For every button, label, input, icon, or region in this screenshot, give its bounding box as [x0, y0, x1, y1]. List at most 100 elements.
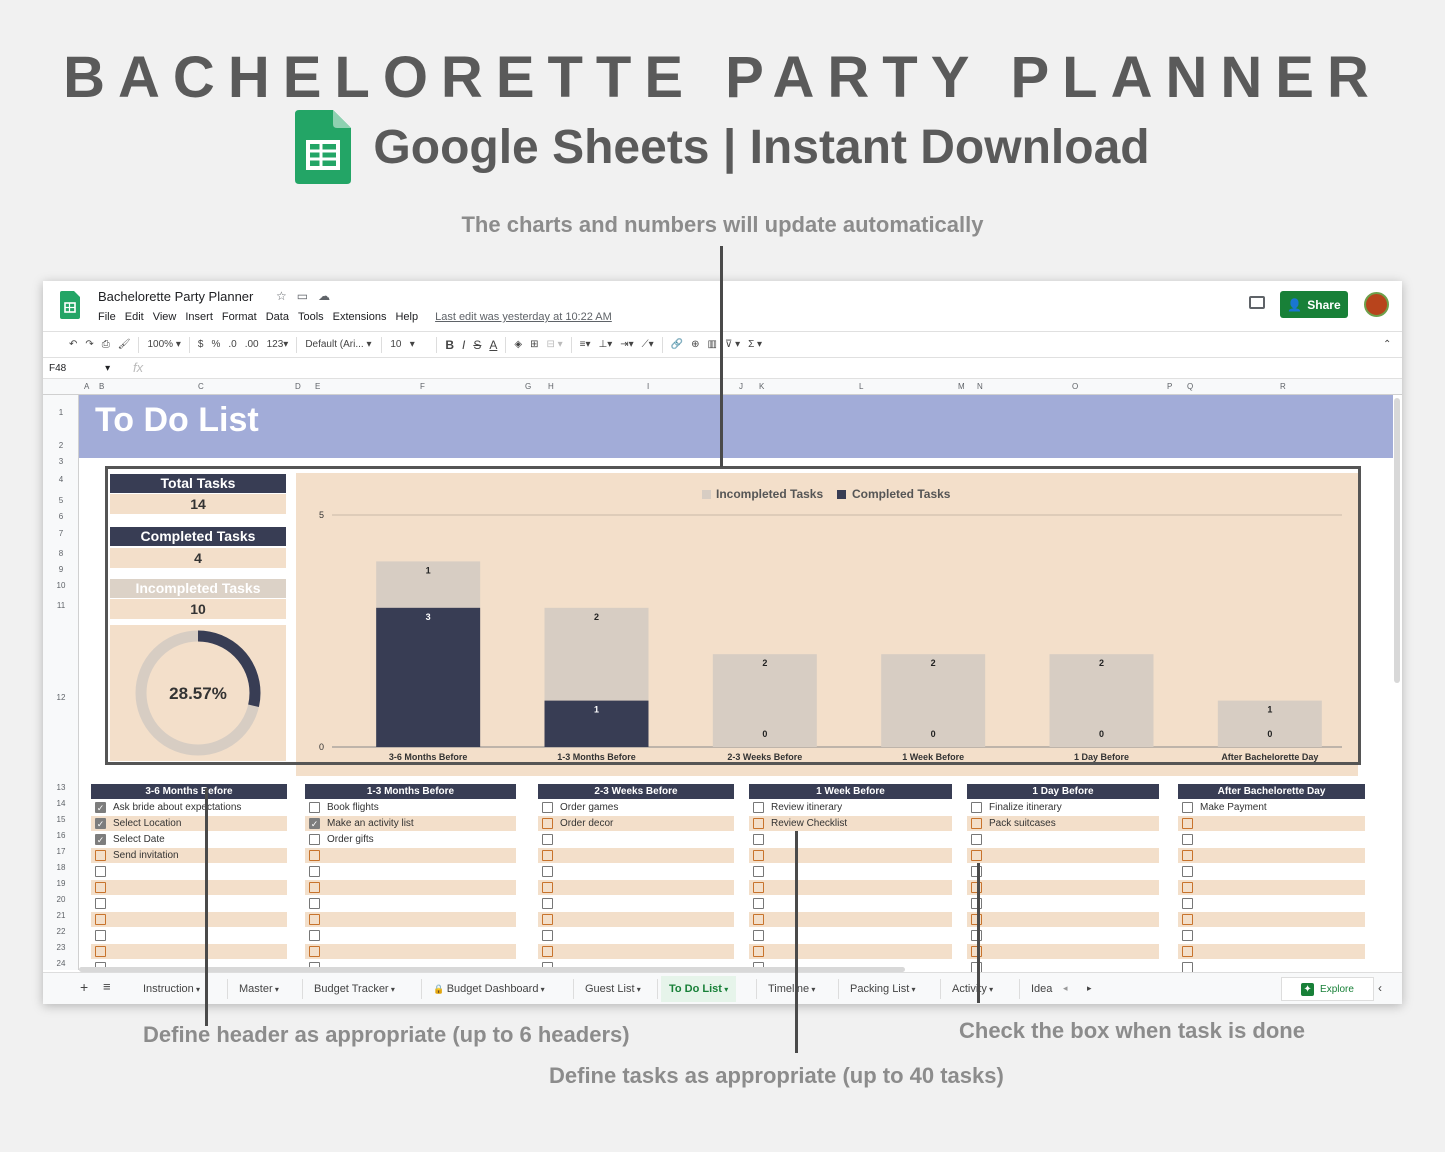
task-checkbox[interactable] [753, 946, 764, 957]
text-color-icon[interactable]: A [489, 338, 497, 352]
task-checkbox[interactable] [309, 850, 320, 861]
task-checkbox[interactable] [542, 834, 553, 845]
task-checkbox[interactable] [753, 850, 764, 861]
task-label[interactable]: Order decor [560, 818, 613, 829]
task-checkbox[interactable] [309, 866, 320, 877]
row-header-17[interactable]: 17 [43, 847, 79, 856]
task-label[interactable]: Review Checklist [771, 818, 847, 829]
sheet-tab-idea[interactable]: Idea [1031, 983, 1052, 995]
row-header-14[interactable]: 14 [43, 799, 79, 808]
task-checkbox[interactable] [309, 882, 320, 893]
task-checkbox[interactable] [971, 834, 982, 845]
user-avatar[interactable] [1364, 292, 1389, 317]
column-header-q[interactable]: Q [1187, 382, 1193, 391]
currency-format-button[interactable]: $ [198, 339, 204, 350]
task-checkbox[interactable] [1182, 834, 1193, 845]
column-header-j[interactable]: J [739, 382, 743, 391]
move-folder-icon[interactable]: ▭ [297, 289, 308, 303]
row-header-7[interactable]: 7 [43, 529, 79, 538]
task-label[interactable]: Book flights [327, 802, 379, 813]
group-header[interactable]: 1 Day Before [967, 784, 1159, 799]
column-header-c[interactable]: C [198, 382, 204, 391]
task-checkbox[interactable] [542, 930, 553, 941]
column-header-i[interactable]: I [647, 382, 649, 391]
sheets-doc-icon[interactable] [60, 291, 80, 319]
task-checkbox[interactable] [542, 818, 553, 829]
sheet-tab-master[interactable]: Master ▾ [239, 983, 279, 995]
increase-decimal-button[interactable]: .00 [245, 339, 259, 350]
functions-icon[interactable]: Σ ▾ [748, 339, 762, 350]
task-label[interactable]: Select Location [113, 818, 181, 829]
row-header-11[interactable]: 11 [43, 601, 79, 610]
vertical-align-icon[interactable]: ⊥▾ [599, 339, 613, 350]
vertical-scrollbar[interactable] [1394, 398, 1400, 683]
task-checkbox[interactable] [95, 866, 106, 877]
task-checkbox[interactable]: ✓ [95, 802, 106, 813]
task-label[interactable]: Review itinerary [771, 802, 842, 813]
explore-button[interactable]: ✦ Explore [1281, 977, 1374, 1001]
paint-format-icon[interactable]: 🖌 [118, 339, 131, 350]
column-header-l[interactable]: L [859, 382, 863, 391]
task-checkbox[interactable] [1182, 802, 1193, 813]
task-checkbox[interactable] [542, 802, 553, 813]
print-icon[interactable]: ⎙ [102, 339, 110, 350]
comment-history-icon[interactable] [1249, 296, 1265, 309]
menu-insert[interactable]: Insert [185, 311, 213, 323]
font-select[interactable]: Default (Ari... ▾ [305, 339, 373, 350]
column-header-d[interactable]: D [295, 382, 301, 391]
scroll-tabs-right-icon[interactable]: ▸ [1087, 983, 1092, 994]
task-checkbox[interactable] [1182, 898, 1193, 909]
task-checkbox[interactable] [753, 882, 764, 893]
row-header-4[interactable]: 4 [43, 475, 79, 484]
task-label[interactable]: Select Date [113, 834, 165, 845]
task-checkbox[interactable] [95, 850, 106, 861]
cloud-status-icon[interactable]: ☁ [318, 289, 330, 303]
insert-chart-icon[interactable]: ▥ [708, 339, 717, 350]
menu-format[interactable]: Format [222, 311, 257, 323]
task-checkbox[interactable]: ✓ [95, 818, 106, 829]
row-header-13[interactable]: 13 [43, 783, 79, 792]
column-header-h[interactable]: H [548, 382, 554, 391]
row-header-16[interactable]: 16 [43, 831, 79, 840]
task-checkbox[interactable] [1182, 914, 1193, 925]
column-header-e[interactable]: E [315, 382, 320, 391]
collapse-side-panel-icon[interactable]: ‹ [1378, 981, 1382, 995]
column-header-g[interactable]: G [525, 382, 531, 391]
column-header-m[interactable]: M [958, 382, 965, 391]
column-header-o[interactable]: O [1072, 382, 1078, 391]
task-checkbox[interactable] [971, 850, 982, 861]
add-sheet-icon[interactable]: + [80, 979, 88, 995]
row-header-23[interactable]: 23 [43, 943, 79, 952]
task-checkbox[interactable] [753, 818, 764, 829]
task-checkbox[interactable] [542, 882, 553, 893]
zoom-select[interactable]: 100% ▾ [147, 339, 180, 350]
task-label[interactable]: Finalize itinerary [989, 802, 1062, 813]
menu-view[interactable]: View [153, 311, 177, 323]
share-button[interactable]: 👤 Share [1280, 291, 1348, 318]
task-checkbox[interactable] [1182, 866, 1193, 877]
borders-icon[interactable]: ⊞ [530, 339, 538, 350]
task-checkbox[interactable] [753, 914, 764, 925]
column-header-k[interactable]: K [759, 382, 764, 391]
task-checkbox[interactable] [309, 898, 320, 909]
row-header-22[interactable]: 22 [43, 927, 79, 936]
merge-cells-icon[interactable]: ⊟ ▾ [546, 339, 562, 350]
task-checkbox[interactable] [95, 882, 106, 893]
task-checkbox[interactable] [95, 946, 106, 957]
more-formats-button[interactable]: 123▾ [267, 339, 289, 350]
font-size-select[interactable]: 10 ▾ [390, 339, 428, 350]
task-checkbox[interactable] [971, 802, 982, 813]
document-title[interactable]: Bachelorette Party Planner [98, 289, 253, 304]
filter-icon[interactable]: ⊽ ▾ [725, 339, 740, 350]
group-header[interactable]: After Bachelorette Day [1178, 784, 1365, 799]
task-label[interactable]: Order gifts [327, 834, 374, 845]
row-header-1[interactable]: 1 [43, 408, 79, 417]
task-checkbox[interactable] [1182, 930, 1193, 941]
row-header-8[interactable]: 8 [43, 549, 79, 558]
insert-comment-icon[interactable]: ⊕ [691, 339, 699, 350]
italic-icon[interactable]: I [462, 338, 465, 352]
scroll-tabs-left-icon[interactable]: ◂ [1063, 983, 1068, 994]
fill-color-icon[interactable]: ◈ [514, 339, 522, 350]
task-checkbox[interactable] [542, 914, 553, 925]
group-header[interactable]: 1 Week Before [749, 784, 952, 799]
